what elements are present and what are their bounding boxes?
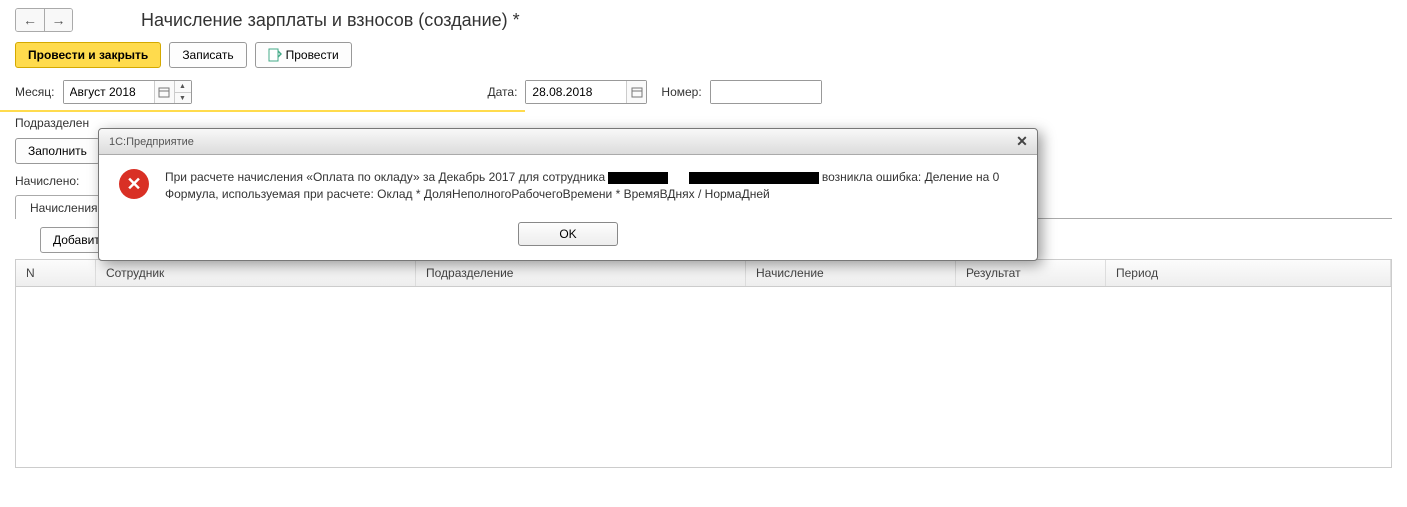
msg-part1b: возникла ошибка: Деление на 0 [819,170,1000,184]
forward-button[interactable]: → [44,9,72,31]
msg-part1: При расчете начисления «Оплата по окладу… [165,170,608,184]
spin-up-icon[interactable]: ▲ [175,81,191,92]
page-title: Начисление зарплаты и взносов (создание)… [141,10,520,31]
msg-part2: Формула, используемая при расчете: Оклад… [165,187,770,201]
col-result[interactable]: Результат [956,260,1106,286]
redacted-name-2 [689,172,819,184]
close-icon[interactable]: ✕ [1013,133,1031,151]
dialog-title: 1С:Предприятие [109,136,194,148]
month-label: Месяц: [15,85,55,99]
post-label: Провести [286,48,339,62]
save-button[interactable]: Записать [169,42,246,68]
back-button[interactable]: ← [16,9,44,31]
error-dialog: 1С:Предприятие ✕ ✕ При расчете начислени… [98,128,1038,261]
col-subdivision[interactable]: Подразделение [416,260,746,286]
redacted-name-1 [608,172,668,184]
fill-button[interactable]: Заполнить [15,138,100,164]
calendar-icon[interactable] [626,81,646,103]
spin-down-icon[interactable]: ▼ [175,92,191,103]
subdivision-label: Подразделен [15,116,89,130]
col-period[interactable]: Период [1106,260,1391,286]
month-field-wrap: ▲ ▼ [63,80,192,104]
nav-arrows: ← → [15,8,73,32]
number-label: Номер: [661,85,701,99]
calendar-icon[interactable] [154,81,174,103]
error-icon: ✕ [119,169,149,199]
dialog-message: При расчете начисления «Оплата по окладу… [165,169,1017,204]
accruals-table: N Сотрудник Подразделение Начисление Рез… [15,259,1392,468]
date-input[interactable] [526,81,626,103]
col-accrual[interactable]: Начисление [746,260,956,286]
date-field-wrap [525,80,647,104]
dialog-titlebar[interactable]: 1С:Предприятие ✕ [99,129,1037,155]
post-button[interactable]: Провести [255,42,352,68]
col-n[interactable]: N [16,260,96,286]
month-input[interactable] [64,81,154,103]
table-body[interactable] [16,287,1391,467]
date-label: Дата: [488,85,518,99]
col-employee[interactable]: Сотрудник [96,260,416,286]
number-field-wrap [710,80,822,104]
ok-button[interactable]: OK [518,222,618,246]
number-input[interactable] [711,81,821,103]
post-and-close-button[interactable]: Провести и закрыть [15,42,161,68]
post-icon [268,48,282,62]
table-header: N Сотрудник Подразделение Начисление Рез… [16,260,1391,287]
month-spinner: ▲ ▼ [174,81,191,103]
